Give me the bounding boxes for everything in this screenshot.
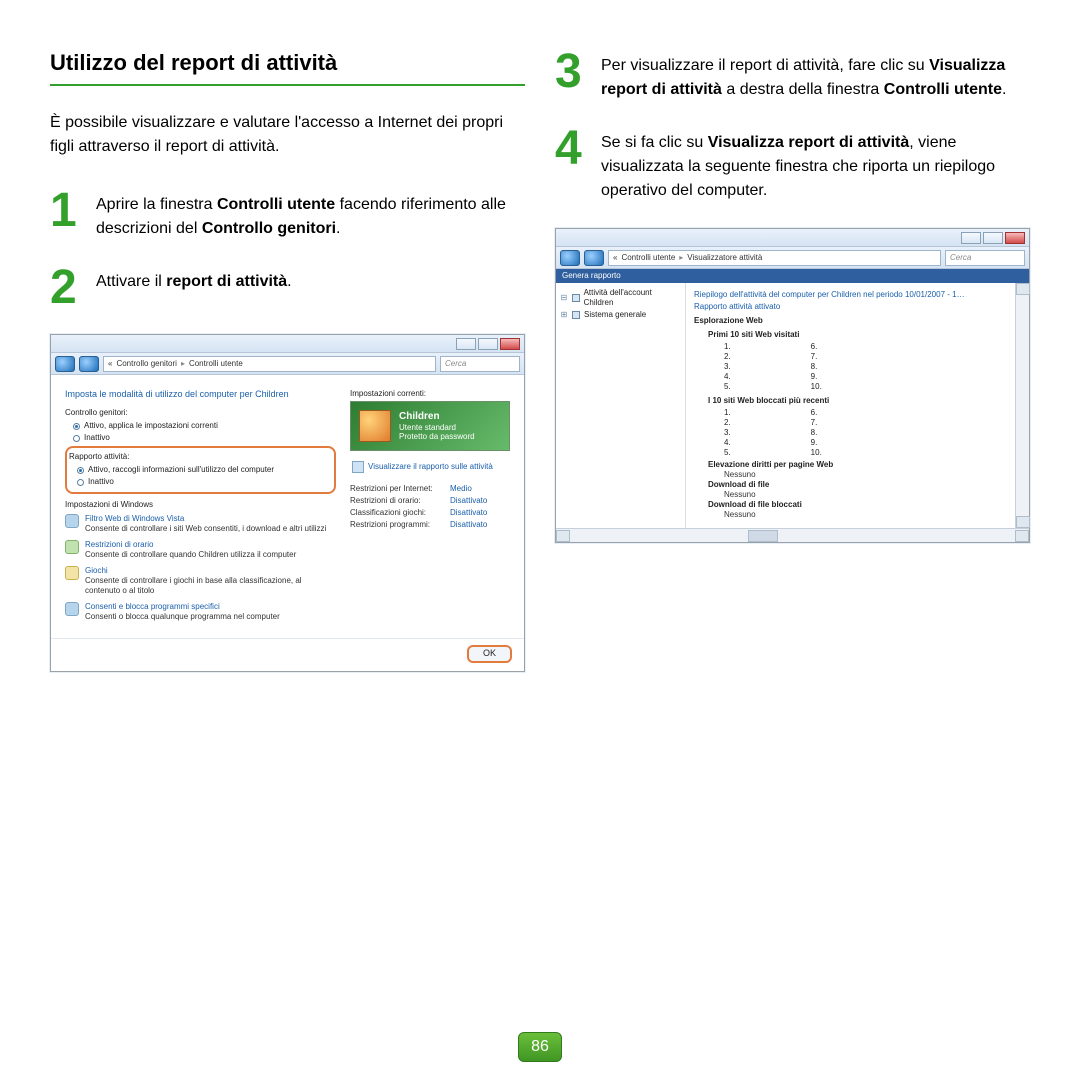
back-icon[interactable] [560,250,580,266]
close-button[interactable] [500,338,520,350]
step-number: 2 [50,266,86,309]
address-bar: « Controlli utente ▸ Visualizzatore atti… [556,247,1029,269]
step-number: 1 [50,189,86,232]
highlighted-activity-report-group: Rapporto attività: Attivo, raccogli info… [65,446,336,494]
screenshot-parental-controls-window: « Controllo genitori ▸ Controlli utente … [50,334,525,672]
tree-panel: ⊟Attività dell'account Children ⊞Sistema… [556,283,686,528]
step-1: 1 Aprire la finestra Controlli utente fa… [50,189,525,241]
number-list: 1.2.3.4.5. 6.7.8.9.10. [694,342,1007,394]
back-icon[interactable] [55,356,75,372]
group-label: Rapporto attività: [69,452,328,462]
scroll-right-icon[interactable] [1015,530,1029,542]
close-button[interactable] [1005,232,1025,244]
subheading: Impostazioni di Windows [65,500,336,510]
right-column: 3 Per visualizzare il report di attività… [555,50,1030,672]
intro-paragraph: È possibile visualizzare e valutare l'ac… [50,111,525,159]
setting-web-filter[interactable]: Filtro Web di Windows VistaConsente di c… [65,514,336,534]
screenshot-activity-viewer-window: « Controlli utente ▸ Visualizzatore atti… [555,228,1030,543]
setting-programs[interactable]: Consenti e blocca programmi specificiCon… [65,602,336,622]
window-heading: Imposta le modalità di utilizzo del comp… [65,389,336,400]
tree-item-account-activity[interactable]: ⊟Attività dell'account Children [560,287,681,309]
group-label: Impostazioni correnti: [350,389,510,399]
step-number: 3 [555,50,591,93]
user-card: Children Utente standard Protetto da pas… [350,401,510,451]
horizontal-scrollbar[interactable] [556,528,1029,542]
search-input[interactable]: Cerca [945,250,1025,266]
number-list: 1.2.3.4.5. 6.7.8.9.10. [694,408,1007,460]
scrollbar-thumb[interactable] [748,530,778,542]
step-text: Attivare il report di attività. [96,266,292,294]
report-subsection-top10: Primi 10 siti Web visitati [694,328,1007,342]
setting-games[interactable]: GiochiConsente di controllare i giochi i… [65,566,336,596]
breadcrumb[interactable]: « Controllo genitori ▸ Controlli utente [103,356,436,372]
titlebar [556,229,1029,247]
radio-icon [77,467,84,474]
minimize-button[interactable] [961,232,981,244]
globe-icon [65,514,79,528]
ok-button[interactable]: OK [467,645,512,662]
radio-report-on[interactable]: Attivo, raccogli informazioni sull'utili… [69,464,328,476]
programs-icon [65,602,79,616]
tree-item-system-general[interactable]: ⊞Sistema generale [560,309,681,321]
radio-parental-on[interactable]: Attivo, applica le impostazioni correnti [65,420,336,432]
step-2: 2 Attivare il report di attività. [50,266,525,309]
radio-parental-off[interactable]: Inattivo [65,432,336,444]
group-label: Controllo genitori: [65,408,336,418]
minimize-button[interactable] [456,338,476,350]
breadcrumb[interactable]: « Controlli utente ▸ Visualizzatore atti… [608,250,941,266]
avatar [359,410,391,442]
forward-icon[interactable] [79,356,99,372]
step-3: 3 Per visualizzare il report di attività… [555,50,1030,102]
maximize-button[interactable] [983,232,1003,244]
radio-icon [77,479,84,486]
games-icon [65,566,79,580]
radio-report-off[interactable]: Inattivo [69,476,328,488]
radio-icon [73,423,80,430]
report-icon [352,461,364,473]
search-input[interactable]: Cerca [440,356,520,372]
left-column: Utilizzo del report di attività È possib… [50,50,525,672]
toolbar-generate-report[interactable]: Genera rapporto [556,269,1029,283]
report-subsection-blocked10: I 10 siti Web bloccati più recenti [694,394,1007,408]
report-panel: Riepilogo dell'attività del computer per… [686,283,1015,528]
step-text: Aprire la finestra Controlli utente face… [96,189,525,241]
page-number-badge: 86 [518,1032,562,1062]
folder-icon [572,311,580,319]
step-number: 4 [555,127,591,170]
scroll-down-icon[interactable] [1016,516,1030,528]
section-title: Utilizzo del report di attività [50,50,525,86]
clock-icon [65,540,79,554]
titlebar [51,335,524,353]
current-settings-table: Restrizioni per Internet:Medio Restrizio… [350,483,510,531]
radio-icon [73,435,80,442]
maximize-button[interactable] [478,338,498,350]
forward-icon[interactable] [584,250,604,266]
scroll-left-icon[interactable] [556,530,570,542]
report-state: Rapporto attività attivato [694,301,1007,313]
report-section-web: Esplorazione Web [694,313,1007,328]
setting-time-restrictions[interactable]: Restrizioni di orarioConsente di control… [65,540,336,560]
vertical-scrollbar[interactable] [1015,283,1029,528]
report-title: Riepilogo dell'attività del computer per… [694,289,1007,301]
folder-icon [572,294,580,302]
step-text: Se si fa clic su Visualizza report di at… [601,127,1030,203]
scroll-up-icon[interactable] [1016,283,1030,295]
address-bar: « Controllo genitori ▸ Controlli utente … [51,353,524,375]
step-text: Per visualizzare il report di attività, … [601,50,1030,102]
step-4: 4 Se si fa clic su Visualizza report di … [555,127,1030,203]
view-activity-report-link[interactable]: Visualizzare il rapporto sulle attività [352,461,510,473]
